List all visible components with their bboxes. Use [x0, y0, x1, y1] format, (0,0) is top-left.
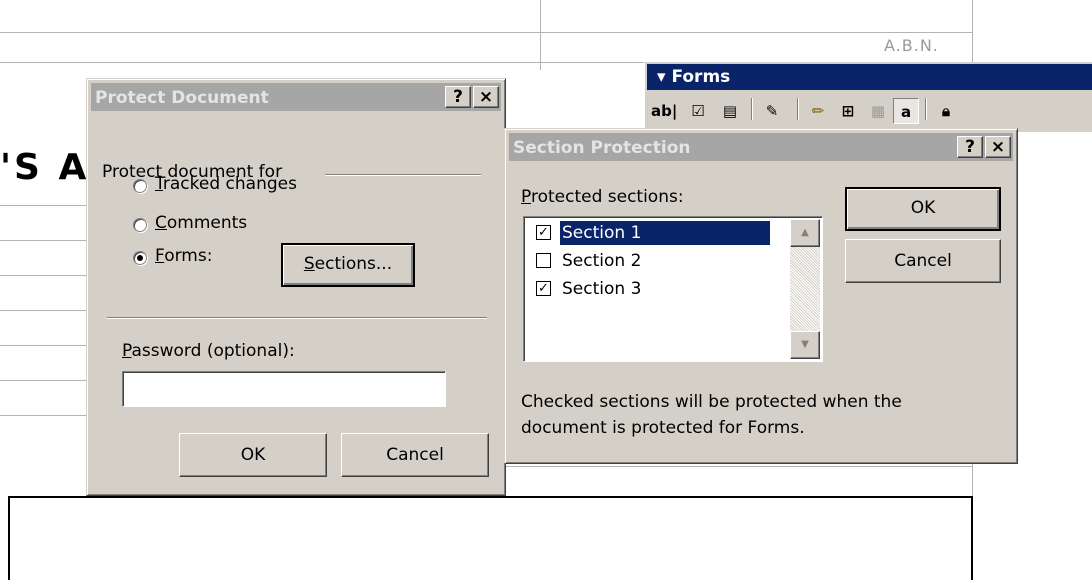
- section-protection-note: Checked sections will be protected when …: [521, 392, 902, 438]
- section-protection-titlebar[interactable]: Section Protection ? ×: [509, 133, 1013, 161]
- protect-document-titlebar[interactable]: Protect Document ? ×: [91, 83, 501, 111]
- forms-toolbar-title: ▾ Forms: [657, 67, 731, 87]
- list-item-section-1[interactable]: ✓ Section 1: [528, 221, 778, 247]
- table-line: [0, 275, 90, 276]
- password-input[interactable]: [122, 371, 446, 407]
- check-box-form-field-icon[interactable]: ☑: [685, 98, 711, 124]
- group-divider: [325, 174, 481, 176]
- cancel-button[interactable]: Cancel: [341, 433, 489, 477]
- section-3-checkbox[interactable]: ✓: [536, 281, 551, 296]
- table-line: [540, 0, 541, 70]
- vertical-scrollbar[interactable]: ▲ ▼: [790, 219, 820, 359]
- scroll-up-arrow-icon[interactable]: ▲: [790, 219, 820, 247]
- protect-document-title: Protect Document: [95, 88, 269, 108]
- document-heading-text: 'S A: [0, 147, 90, 188]
- table-line: [0, 345, 90, 346]
- table-line: [0, 380, 90, 381]
- option-text: racked changes: [162, 174, 297, 194]
- forms-radio-circle[interactable]: [133, 251, 147, 265]
- comments-radio-circle[interactable]: [133, 218, 147, 232]
- help-button[interactable]: ?: [957, 136, 983, 158]
- table-line: [0, 310, 90, 311]
- insert-table-icon[interactable]: ⊞: [835, 98, 861, 124]
- option-text: orms:: [164, 246, 213, 266]
- tracked-changes-radio-circle[interactable]: [133, 179, 147, 193]
- sections-button-label: ections...: [314, 254, 393, 274]
- hotkey-letter: F: [155, 246, 165, 266]
- hotkey-letter: S: [303, 254, 315, 274]
- help-button[interactable]: ?: [445, 86, 471, 108]
- ok-button[interactable]: OK: [179, 433, 327, 477]
- section-2-label: Section 2: [562, 251, 642, 271]
- protect-form-icon[interactable]: 🔒︎: [933, 98, 959, 124]
- text-form-field-icon[interactable]: ab|: [651, 98, 677, 124]
- drop-down-form-field-icon[interactable]: ▤: [717, 98, 743, 124]
- section-protection-dialog: Section Protection ? × Protected section…: [504, 128, 1018, 464]
- password-label-text: assword (optional):: [131, 341, 295, 361]
- hotkey-letter: P: [122, 341, 132, 361]
- section-1-label: Section 1: [560, 221, 770, 245]
- sections-listbox[interactable]: ✓ Section 1 Section 2 ✓ Section 3 ▲ ▼: [523, 216, 823, 362]
- forms-toolbar: ▾ Forms ab| ☑ ▤ ✎ ✏ ⊞ ▦ a 🔒︎: [644, 62, 1092, 132]
- protect-document-dialog: Protect Document ? × Protect document fo…: [86, 78, 506, 496]
- form-field-options-icon[interactable]: ✎: [759, 98, 785, 124]
- password-label: Password (optional):: [122, 341, 295, 361]
- document-header-text: A.B.N.: [884, 36, 939, 55]
- table-line: [0, 240, 90, 241]
- option-text: omments: [166, 213, 248, 233]
- hotkey-letter: P: [521, 187, 531, 207]
- scroll-down-arrow-icon[interactable]: ▼: [790, 331, 820, 359]
- table-line: [0, 32, 972, 33]
- table-line: [502, 466, 972, 467]
- forms-toolbar-titlebar[interactable]: ▾ Forms: [647, 64, 1092, 90]
- comments-label: Comments: [155, 213, 247, 233]
- protected-sections-label-text: rotected sections:: [530, 187, 684, 207]
- section-1-checkbox[interactable]: ✓: [536, 225, 551, 240]
- list-item-section-2[interactable]: Section 2: [528, 249, 778, 275]
- document-table-box: [8, 496, 973, 580]
- close-button[interactable]: ×: [985, 136, 1011, 158]
- insert-frame-icon[interactable]: ▦: [865, 98, 891, 124]
- table-line: [0, 415, 90, 416]
- protected-sections-label: Protected sections:: [521, 187, 684, 207]
- forms-toolbar-buttons: ab| ☑ ▤ ✎ ✏ ⊞ ▦ a 🔒︎: [649, 92, 1092, 128]
- toolbar-separator: [925, 98, 927, 120]
- toolbar-separator: [797, 98, 799, 120]
- tracked-changes-label: Tracked changes: [155, 174, 297, 194]
- table-line: [0, 205, 90, 206]
- sections-button[interactable]: Sections...: [281, 243, 415, 287]
- cancel-button[interactable]: Cancel: [845, 239, 1001, 283]
- hotkey-letter: T: [155, 174, 163, 194]
- form-field-shading-icon[interactable]: a: [893, 98, 919, 124]
- ok-button[interactable]: OK: [845, 187, 1001, 231]
- section-2-checkbox[interactable]: [536, 253, 551, 268]
- close-button[interactable]: ×: [473, 86, 499, 108]
- forms-label: Forms:: [155, 246, 212, 266]
- list-item-section-3[interactable]: ✓ Section 3: [528, 277, 778, 303]
- hotkey-letter: C: [155, 213, 167, 233]
- section-3-label: Section 3: [562, 279, 642, 299]
- divider: [107, 317, 487, 319]
- draw-table-icon[interactable]: ✏: [805, 98, 831, 124]
- section-protection-title: Section Protection: [513, 138, 691, 158]
- radio-selected-dot: [137, 255, 143, 261]
- toolbar-separator: [751, 98, 753, 120]
